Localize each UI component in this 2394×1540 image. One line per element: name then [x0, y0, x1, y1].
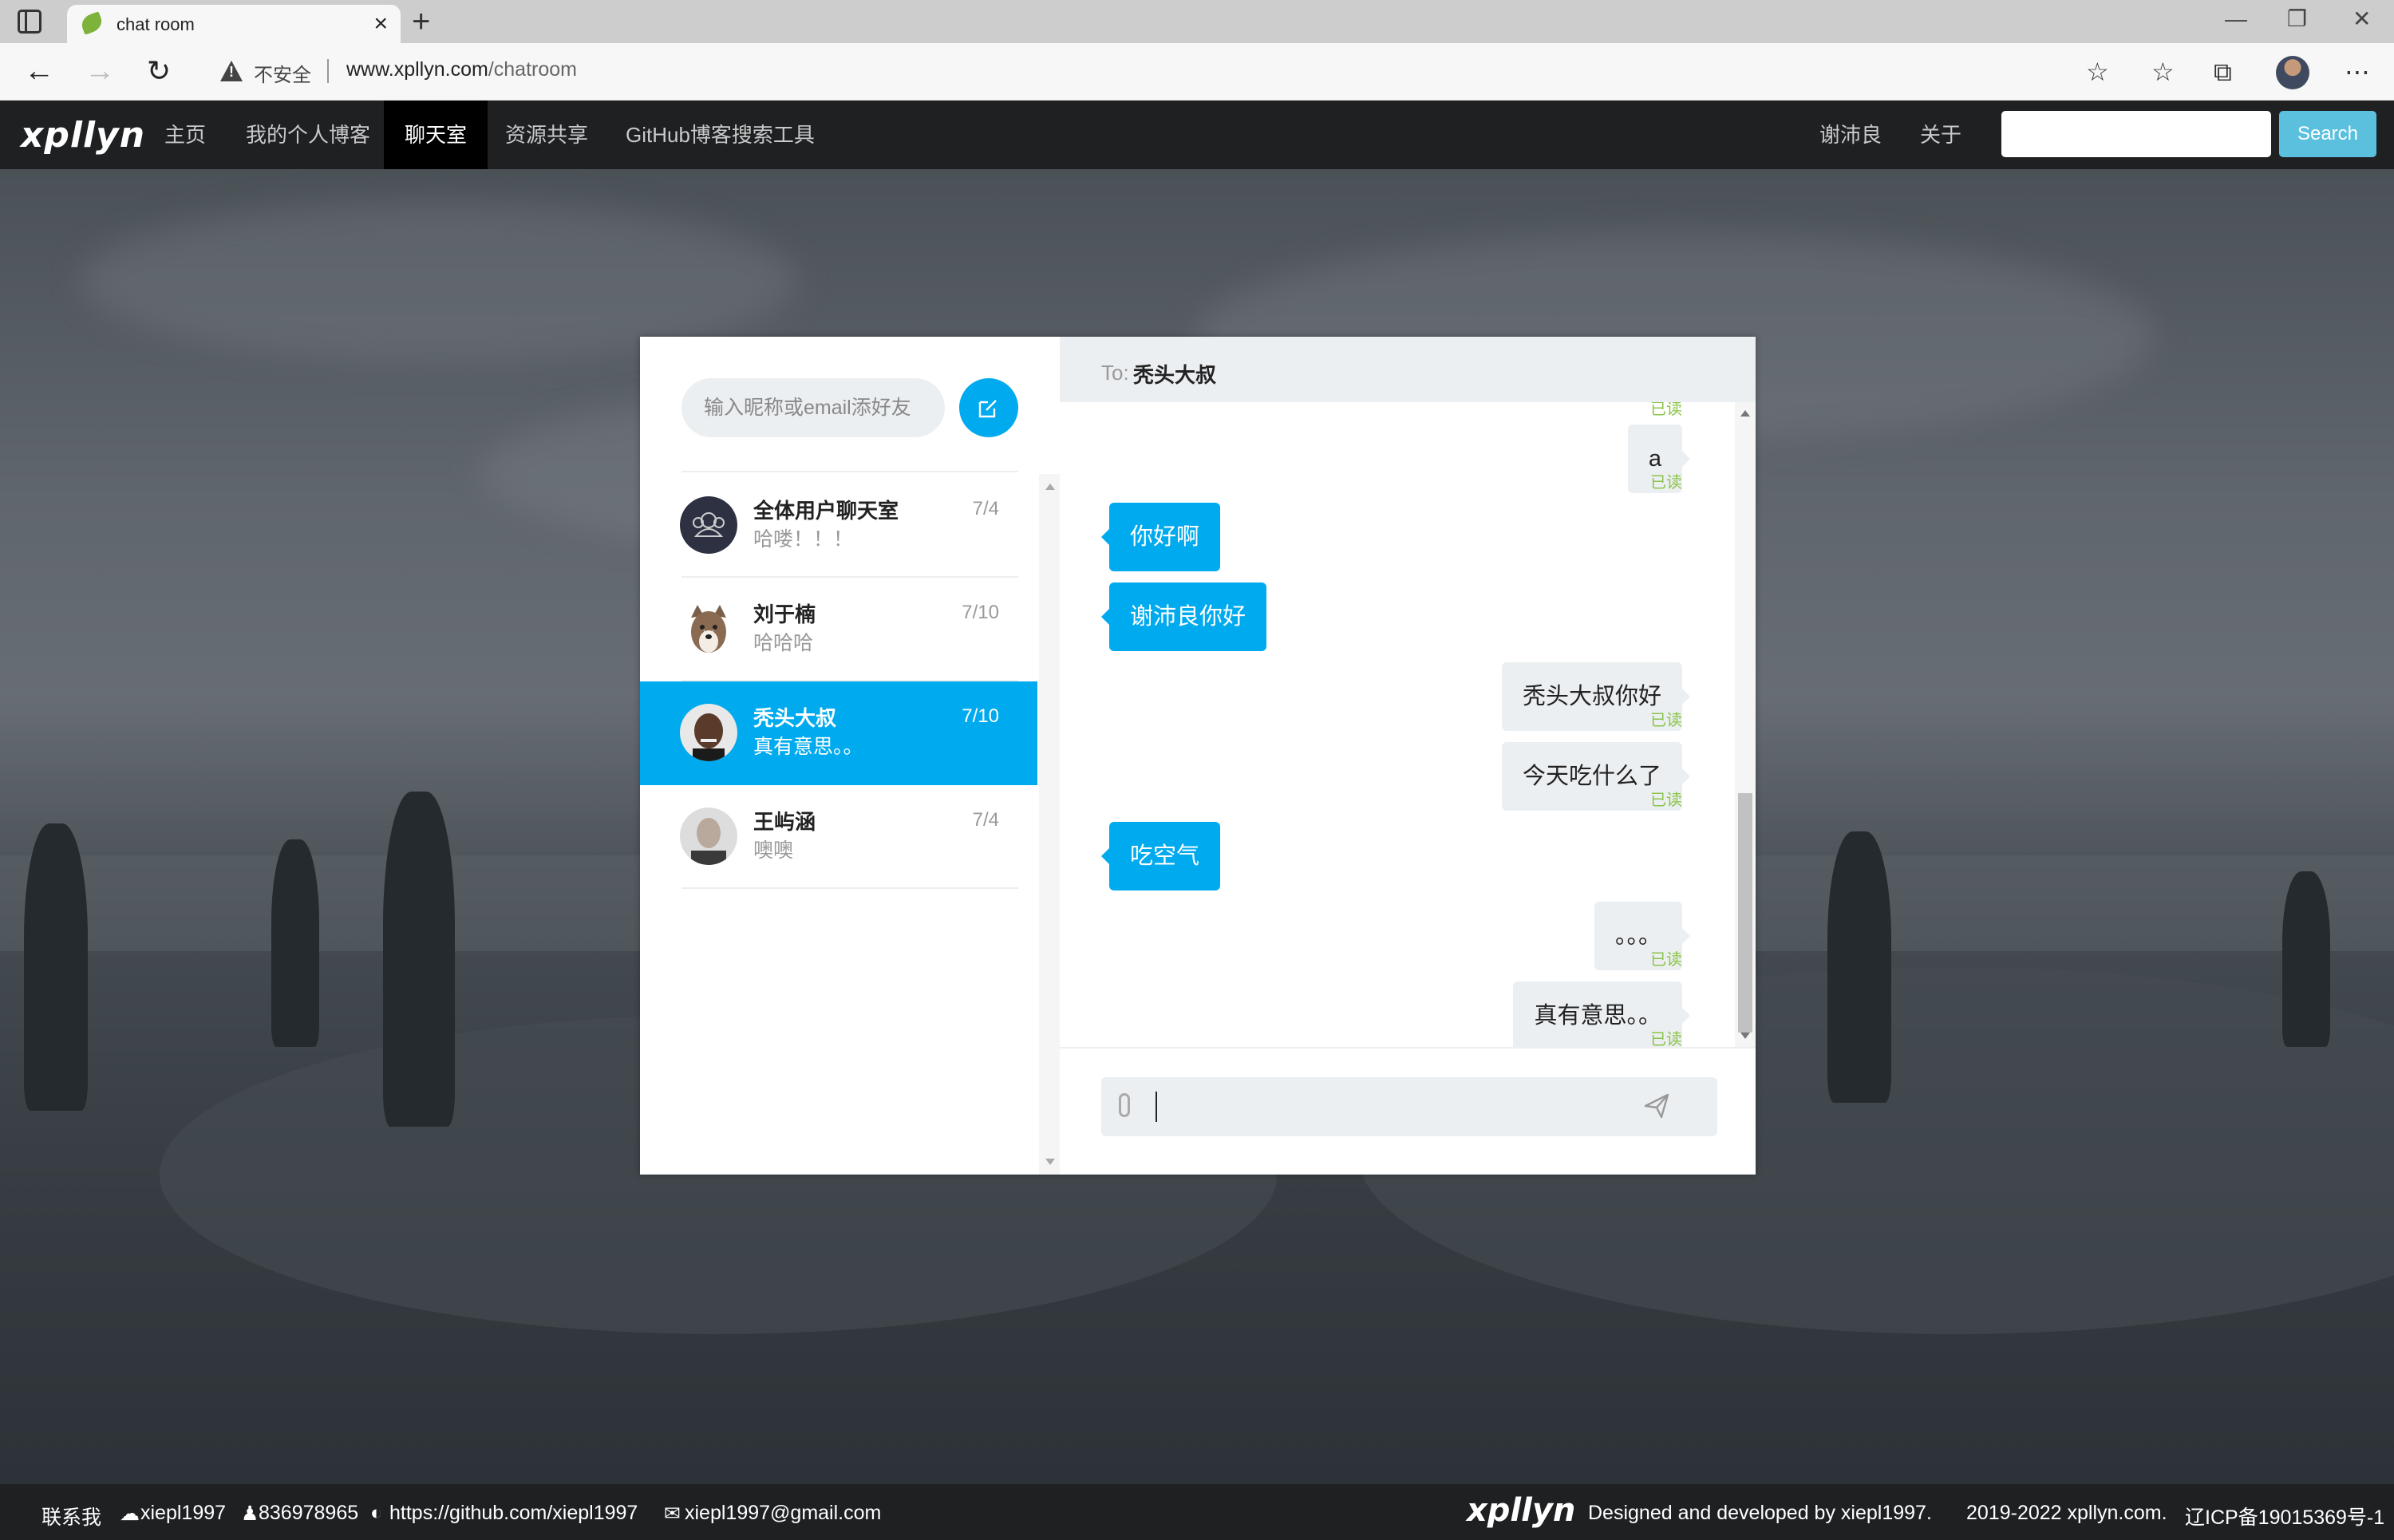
nav-home[interactable]: 主页 — [144, 101, 227, 169]
contact-name: 秃头大叔 — [753, 706, 837, 730]
scrollbar-thumb[interactable] — [1738, 793, 1752, 1033]
contact-date: 7/4 — [972, 809, 999, 831]
tab-title: chat room — [117, 14, 195, 34]
browser-tab-strip: chat room × + — ❐ ✕ — [0, 0, 2394, 45]
scroll-up-icon[interactable] — [1740, 410, 1750, 417]
url-path: /chatroom — [488, 58, 577, 81]
scroll-down-icon[interactable] — [1045, 1159, 1055, 1165]
scroll-down-icon[interactable] — [1740, 1033, 1750, 1039]
close-window-button[interactable]: ✕ — [2353, 3, 2371, 35]
attachment-icon[interactable] — [1119, 1093, 1130, 1117]
recipient-name: 秃头大叔 — [1133, 363, 1217, 387]
browser-tab[interactable]: chat room × — [67, 5, 401, 45]
qq-icon: ♟ — [241, 1502, 259, 1525]
man-avatar — [680, 704, 737, 761]
contact-item-active[interactable]: 秃头大叔 真有意思。。 7/10 — [640, 681, 1037, 785]
tab-close-icon[interactable]: × — [373, 10, 388, 38]
footer-logo: xpllyn — [1467, 1492, 1576, 1529]
wechat-icon: ☁ — [120, 1502, 140, 1525]
add-friend-input[interactable]: 输入昵称或email添好友 — [681, 378, 945, 437]
nav-chatroom[interactable]: 聊天室 — [384, 101, 488, 169]
back-arrow-icon[interactable]: ← — [24, 53, 54, 89]
person-avatar — [680, 808, 737, 865]
email-icon: ✉ — [664, 1502, 681, 1525]
search-button[interactable]: Search — [2279, 111, 2376, 157]
nav-resources[interactable]: 资源共享 — [484, 101, 609, 169]
profile-avatar[interactable] — [2276, 56, 2309, 89]
nav-user[interactable]: 谢沛良 — [1799, 101, 1902, 169]
message-input[interactable] — [1101, 1077, 1717, 1136]
not-secure-warning-icon[interactable] — [220, 61, 243, 81]
forward-arrow-icon[interactable]: → — [85, 53, 115, 89]
restore-button[interactable]: ❐ — [2287, 3, 2307, 35]
text-cursor — [1156, 1092, 1157, 1122]
footer-icp-link[interactable]: 辽ICP备19015369号-1 — [2185, 1502, 2384, 1530]
url-host: www.xpllyn.com — [346, 58, 488, 81]
scroll-up-icon[interactable] — [1045, 484, 1055, 490]
site-logo[interactable]: xpllyn — [21, 115, 145, 156]
address-bar[interactable]: www.xpllyn.com/chatroom — [346, 58, 577, 81]
read-status: 已读 — [1650, 1031, 1682, 1047]
contact-last-message: 真有意思。。 — [753, 736, 863, 758]
read-status: 已读 — [1650, 951, 1682, 969]
message-list[interactable]: 已读 a 已读 你好啊 谢沛良你好 秃头大叔你好 已读 今天吃什么了 已读 吃空… — [1060, 402, 1756, 1047]
more-options-icon[interactable]: ⋯ — [2345, 56, 2370, 88]
husky-avatar — [680, 600, 737, 657]
add-favorite-icon[interactable]: ☆ — [2086, 56, 2109, 88]
nav-blog[interactable]: 我的个人博客 — [225, 101, 391, 169]
footer-copyright: 2019-2022 xpllyn.com. — [1966, 1502, 2167, 1524]
footer-email[interactable]: xiepl1997@gmail.com — [685, 1502, 881, 1525]
reload-icon[interactable]: ↻ — [147, 53, 171, 89]
contact-name: 王屿涵 — [753, 810, 816, 834]
conversation-header: To: 秃头大叔 — [1060, 337, 1756, 402]
messages-scrollbar[interactable] — [1735, 402, 1756, 1047]
divider — [1060, 1047, 1756, 1048]
tab-actions-icon[interactable] — [18, 10, 41, 34]
minimize-button[interactable]: — — [2225, 3, 2247, 35]
footer-contact-label: 联系我 — [41, 1506, 102, 1529]
read-status: 已读 — [1650, 712, 1682, 729]
chat-window: 输入昵称或email添好友 全体用户聊天室 哈喽！！！ 7/4 刘于楠 哈哈哈 … — [640, 337, 1756, 1175]
github-icon: ◐ — [370, 1502, 383, 1524]
footer-github-link[interactable]: https://github.com/xiepl1997 — [389, 1502, 638, 1525]
to-label: To: — [1101, 361, 1129, 385]
nav-github-search[interactable]: GitHub博客搜索工具 — [605, 101, 836, 169]
new-tab-button[interactable]: + — [412, 3, 430, 40]
divider — [681, 471, 1018, 472]
footer-designed-by: Designed and developed by xiepl1997. — [1588, 1502, 1932, 1524]
read-status: 已读 — [1650, 402, 1682, 418]
nav-about[interactable]: 关于 — [1899, 101, 1982, 169]
search-input[interactable] — [2001, 111, 2271, 157]
message-bubble-received: 你好啊 — [1100, 503, 1221, 571]
contact-name: 全体用户聊天室 — [753, 499, 899, 523]
contact-name: 刘于楠 — [753, 602, 816, 626]
footer-wechat: xiepl1997 — [140, 1502, 227, 1524]
group-icon — [680, 496, 737, 554]
add-friend-button[interactable] — [959, 378, 1018, 437]
contact-date: 7/4 — [972, 498, 999, 519]
edit-icon — [978, 400, 997, 418]
leaf-favicon-icon — [79, 11, 105, 35]
footer-qq: 836978965 — [259, 1502, 359, 1524]
contact-last-message: 哈哈哈 — [753, 632, 814, 654]
contact-item[interactable]: 王屿涵 噢噢 7/4 — [640, 785, 1037, 889]
message-bubble-received: 谢沛良你好 — [1100, 582, 1267, 651]
read-status: 已读 — [1650, 474, 1682, 492]
address-separator — [327, 59, 329, 83]
contact-last-message: 哈喽！！！ — [753, 528, 854, 551]
conversation-panel: To: 秃头大叔 已读 a 已读 你好啊 谢沛良你好 秃头大叔你好 已读 今天吃… — [1060, 337, 1756, 1175]
contact-last-message: 噢噢 — [753, 839, 794, 862]
contact-item[interactable]: 刘于楠 哈哈哈 7/10 — [640, 578, 1037, 681]
contact-date: 7/10 — [962, 602, 999, 623]
contact-date: 7/10 — [962, 705, 999, 727]
send-icon[interactable] — [1642, 1092, 1671, 1120]
read-status: 已读 — [1650, 792, 1682, 809]
not-secure-label[interactable]: 不安全 — [254, 59, 311, 87]
message-bubble-received: 吃空气 — [1100, 822, 1221, 890]
favorites-icon[interactable]: ☆ — [2151, 56, 2175, 88]
collections-icon[interactable]: ⧉ — [2214, 56, 2232, 88]
contacts-scrollbar[interactable] — [1039, 474, 1060, 1175]
contact-item[interactable]: 全体用户聊天室 哈喽！！！ 7/4 — [640, 474, 1037, 578]
contacts-panel: 输入昵称或email添好友 全体用户聊天室 哈喽！！！ 7/4 刘于楠 哈哈哈 … — [640, 337, 1060, 1175]
